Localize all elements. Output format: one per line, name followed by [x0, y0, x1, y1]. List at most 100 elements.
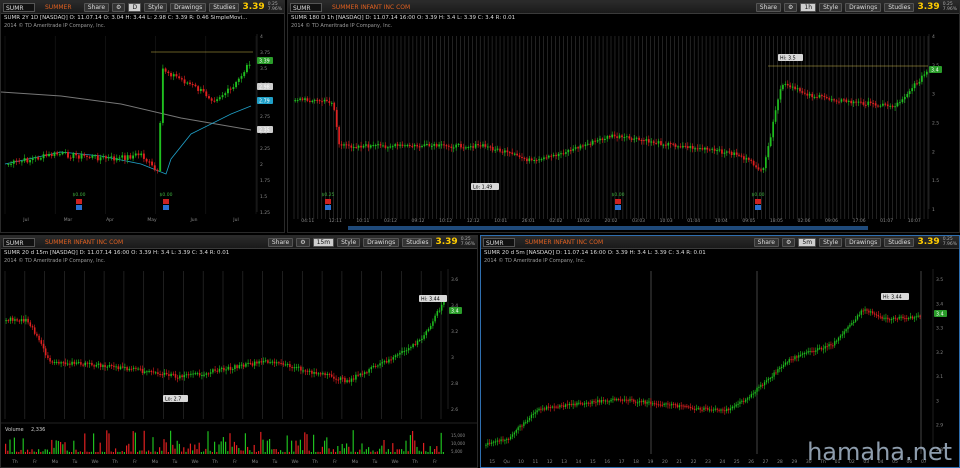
volume-bar	[233, 441, 235, 454]
candle	[159, 122, 162, 171]
candle	[650, 141, 653, 143]
time-axis-tick: We	[292, 459, 299, 465]
candle	[665, 403, 667, 405]
symbol-input[interactable]: SUMR	[3, 237, 35, 247]
aggregation-selector[interactable]: 1h	[800, 2, 817, 12]
settings-icon[interactable]: ⚙	[784, 2, 798, 12]
candle	[190, 373, 192, 375]
share-button[interactable]: Share	[755, 2, 782, 12]
candle	[643, 140, 645, 142]
drawings-button[interactable]: Drawings	[845, 2, 882, 12]
candle	[256, 361, 258, 364]
candle	[645, 139, 648, 141]
volume-bar	[176, 440, 178, 454]
candle	[862, 310, 864, 312]
style-button[interactable]: Style	[337, 237, 361, 247]
candle	[813, 351, 815, 353]
candle	[610, 399, 612, 402]
share-button[interactable]: Share	[753, 237, 779, 247]
time-axis-tick: 14	[576, 459, 582, 465]
settings-icon[interactable]: ⚙	[782, 237, 796, 247]
candle	[280, 362, 282, 364]
volume-bar	[57, 440, 59, 454]
candle	[738, 154, 740, 156]
candle	[526, 158, 528, 162]
volume-bar	[189, 443, 191, 454]
candle	[792, 359, 794, 361]
candle	[521, 425, 523, 427]
share-button[interactable]: Share	[83, 2, 110, 12]
candle	[321, 101, 323, 103]
candle	[584, 144, 587, 147]
volume-bar	[62, 444, 64, 454]
studies-button[interactable]: Studies	[402, 237, 433, 247]
candle	[479, 145, 482, 147]
candle	[148, 370, 150, 372]
candle	[414, 344, 417, 346]
candle	[489, 146, 492, 148]
settings-icon[interactable]: ⚙	[296, 237, 310, 247]
drawings-button[interactable]: Drawings	[363, 237, 400, 247]
candle	[498, 440, 500, 442]
price-axis-tick: 2.6	[451, 407, 458, 413]
symbol-input[interactable]: SUMR	[483, 237, 515, 247]
volume-axis-tick: 5,000	[451, 449, 463, 454]
candle	[242, 364, 245, 367]
candle	[896, 318, 898, 320]
candle	[740, 155, 743, 157]
candle	[695, 408, 698, 410]
candle	[864, 104, 867, 106]
candle	[504, 439, 506, 441]
studies-button[interactable]: Studies	[209, 2, 240, 12]
volume-bar	[403, 451, 405, 454]
price-axis-tick: 3.5	[260, 66, 267, 72]
aggregation-selector[interactable]: 5m	[798, 237, 817, 247]
candle	[847, 326, 849, 330]
volume-bar	[42, 451, 44, 454]
aggregation-selector[interactable]: 15m	[312, 237, 335, 247]
chart-panel-15m[interactable]: SUMR SUMMER INFANT INC COM Share ⚙ 15m S…	[0, 235, 478, 468]
candle	[801, 353, 804, 355]
style-button[interactable]: Style	[819, 2, 843, 12]
share-button[interactable]: Share	[267, 237, 294, 247]
candle	[316, 99, 319, 101]
candle	[913, 83, 916, 89]
price-label: 2.35	[259, 128, 270, 134]
candle	[421, 145, 423, 147]
price-chart[interactable]: 3.53.43.33.23.132.92.815 Qu 10 11 12 13 14 15 16…	[481, 249, 959, 468]
volume-bar	[110, 451, 112, 454]
chart-panel-hourly[interactable]: SUMR SUMMER INFANT INC COM Share ⚙ 1h St…	[287, 0, 960, 233]
price-chart[interactable]: 3.6 3.4 3.2 3 2.8 2.6 Th Fr Mo Tu We Th Fr Mo Tu We Th Fr…	[1, 249, 477, 468]
style-button[interactable]: Style	[144, 2, 168, 12]
candle	[523, 422, 525, 427]
candle	[330, 374, 333, 377]
price-chart[interactable]: 43.753.53.2532.752.52.2521.751.51.25JulM…	[1, 14, 284, 233]
candle	[26, 158, 29, 163]
studies-button[interactable]: Studies	[884, 2, 915, 12]
studies-button[interactable]: Studies	[884, 237, 915, 247]
candle	[343, 144, 345, 146]
candle	[500, 439, 502, 442]
volume-bar	[46, 449, 48, 454]
volume-bar	[350, 451, 352, 454]
drawings-button[interactable]: Drawings	[170, 2, 207, 12]
candle	[86, 362, 89, 364]
symbol-input[interactable]: SUMR	[3, 2, 35, 12]
candle	[704, 147, 706, 150]
volume-bar	[341, 443, 343, 454]
aggregation-selector[interactable]: D	[128, 2, 142, 12]
price-axis-tick: 4	[932, 34, 935, 40]
price-axis-tick: 2.9	[936, 423, 943, 429]
candle	[677, 146, 679, 148]
candle	[613, 134, 616, 137]
chart-panel-5m[interactable]: SUMR SUMMER INFANT INC COM Share ⚙ 5m St…	[480, 235, 960, 468]
candle	[617, 398, 620, 400]
price-chart[interactable]: 43.532.521.5104:1112:1110:1103:1209:1210…	[288, 14, 959, 233]
volume-bar	[376, 451, 378, 454]
style-button[interactable]: Style	[819, 237, 843, 247]
settings-icon[interactable]: ⚙	[112, 2, 126, 12]
symbol-input[interactable]: SUMR	[290, 2, 322, 12]
horizontal-scrollbar[interactable]	[348, 226, 868, 230]
drawings-button[interactable]: Drawings	[845, 237, 882, 247]
chart-panel-daily[interactable]: SUMR SUMMER Share ⚙ D Style Drawings Stu…	[0, 0, 285, 233]
